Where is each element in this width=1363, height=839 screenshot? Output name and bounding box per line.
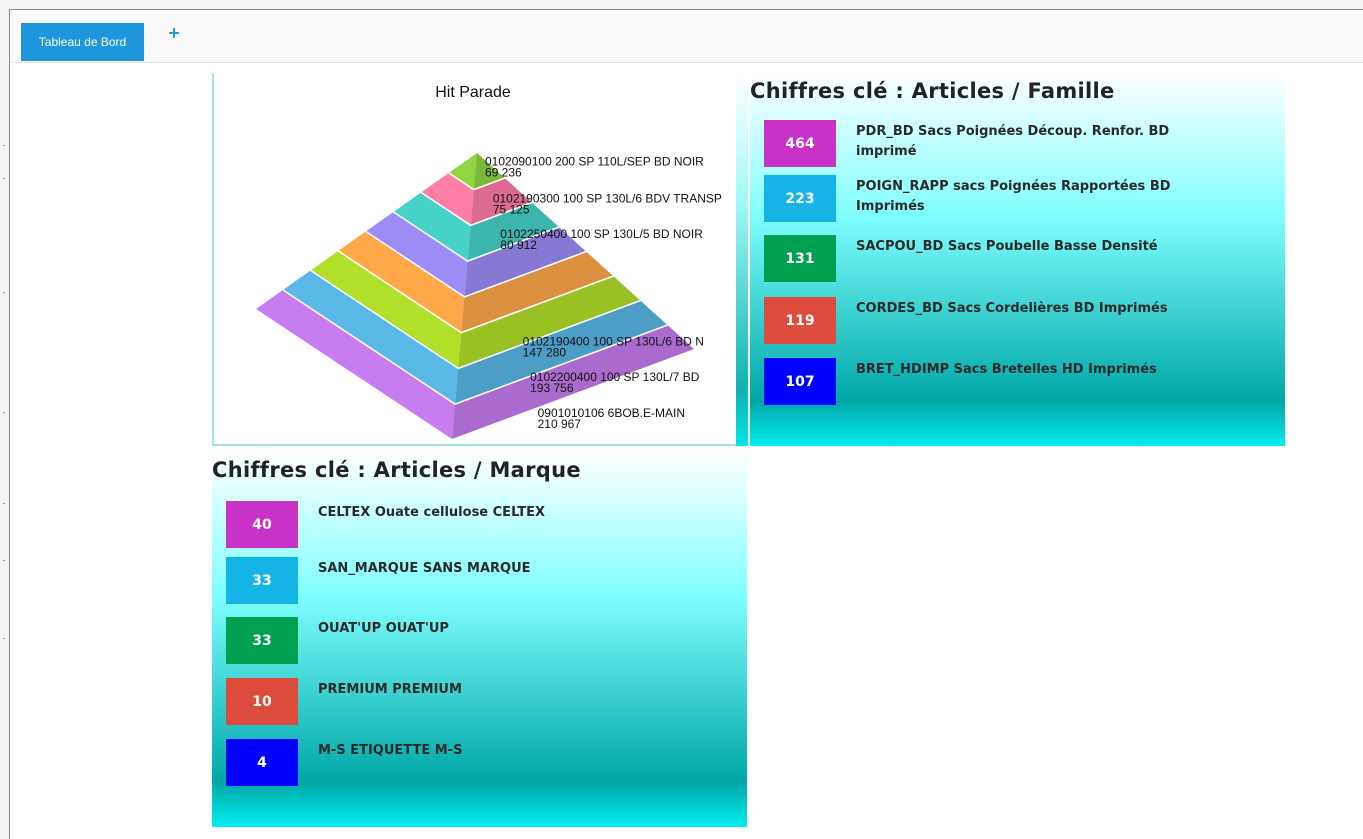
kpi-label: CORDES_BD Sacs Cordelières BD Imprimés: [856, 301, 1168, 316]
frame-tick: [3, 292, 5, 293]
pyramid-level-value: 75 125: [493, 202, 530, 216]
hit-parade-chart: Hit Parade 0102090100 200 SP 110L/SEP BD…: [212, 73, 737, 446]
marque-title: Chiffres clé : Articles / Marque: [212, 458, 581, 482]
frame-tick: [3, 145, 5, 146]
window-top-frame: [9, 0, 1363, 10]
famille-kpi-panel: Chiffres clé : Articles / Famille 464 PDR…: [750, 73, 1285, 446]
kpi-row[interactable]: 119 CORDES_BD Sacs Cordelières BD Imprimé…: [764, 297, 1284, 345]
kpi-value-box[interactable]: 464: [764, 120, 836, 167]
kpi-row[interactable]: 40 CELTEX Ouate cellulose CELTEX: [226, 501, 746, 549]
kpi-value-box[interactable]: 131: [764, 235, 836, 282]
kpi-value-box[interactable]: 33: [226, 617, 298, 664]
frame-tick: [3, 178, 5, 179]
pyramid-chart: Hit Parade 0102090100 200 SP 110L/SEP BD…: [256, 73, 736, 444]
chart-title: Hit Parade: [435, 84, 511, 101]
kpi-label: SAN_MARQUE SANS MARQUE: [318, 561, 531, 576]
frame-tick: [3, 503, 5, 504]
kpi-row[interactable]: 223 POIGN_RAPP sacs Poignées Rapportées B…: [764, 175, 1284, 223]
add-tab-button[interactable]: +: [164, 23, 184, 43]
kpi-row[interactable]: 4 M-S ETIQUETTE M-S: [226, 739, 746, 787]
kpi-value-box[interactable]: 40: [226, 501, 298, 548]
kpi-row[interactable]: 464 PDR_BD Sacs Poignées Découp. Renfor. …: [764, 120, 1284, 168]
kpi-value-box[interactable]: 223: [764, 175, 836, 222]
tab-tableau-de-bord[interactable]: Tableau de Bord: [21, 23, 144, 61]
kpi-label: SACPOU_BD Sacs Poubelle Basse Densité: [856, 239, 1158, 254]
kpi-row[interactable]: 33 OUAT'UP OUAT'UP: [226, 617, 746, 665]
window-left-frame: [0, 0, 10, 839]
pyramid-level-value: 210 967: [538, 417, 582, 431]
kpi-value-box[interactable]: 4: [226, 739, 298, 786]
kpi-value-box[interactable]: 10: [226, 678, 298, 725]
kpi-row[interactable]: 10 PREMIUM PREMIUM: [226, 678, 746, 726]
kpi-value-box[interactable]: 107: [764, 358, 836, 405]
kpi-label: M-S ETIQUETTE M-S: [318, 743, 463, 758]
kpi-row[interactable]: 33 SAN_MARQUE SANS MARQUE: [226, 557, 746, 605]
tab-bar: Tableau de Bord +: [10, 10, 1363, 63]
kpi-label: PREMIUM PREMIUM: [318, 682, 462, 697]
kpi-row[interactable]: 107 BRET_HDIMP Sacs Bretelles HD Imprimés: [764, 358, 1284, 406]
pyramid-level-value: 193 756: [530, 381, 574, 395]
pyramid-level-value: 147 280: [523, 345, 567, 359]
kpi-label: PDR_BD Sacs Poignées Découp. Renfor. BD …: [856, 124, 1170, 159]
kpi-label: CELTEX Ouate cellulose CELTEX: [318, 505, 545, 520]
kpi-label: OUAT'UP OUAT'UP: [318, 621, 449, 636]
kpi-value-box[interactable]: 119: [764, 297, 836, 344]
frame-tick: [3, 638, 5, 639]
kpi-row[interactable]: 131 SACPOU_BD Sacs Poubelle Basse Densité: [764, 235, 1284, 283]
frame-tick: [3, 560, 5, 561]
frame-tick: [3, 412, 5, 413]
pyramid-level-value: 69 236: [485, 166, 522, 180]
panel-gap-strip: [736, 73, 748, 446]
kpi-value-box[interactable]: 33: [226, 557, 298, 604]
famille-title: Chiffres clé : Articles / Famille: [750, 79, 1115, 103]
kpi-label: POIGN_RAPP sacs Poignées Rapportées BD I…: [856, 179, 1171, 214]
kpi-label: BRET_HDIMP Sacs Bretelles HD Imprimés: [856, 362, 1157, 377]
marque-kpi-panel: Chiffres clé : Articles / Marque 40 CELTE…: [212, 452, 747, 827]
pyramid-level-value: 80 912: [500, 238, 537, 252]
